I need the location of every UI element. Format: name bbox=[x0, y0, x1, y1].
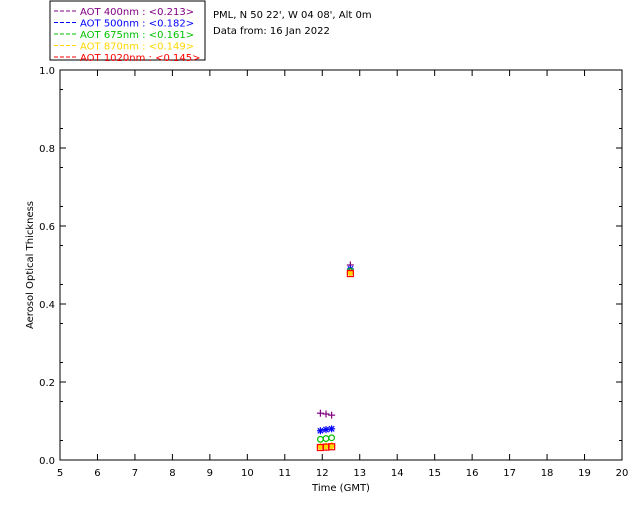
data-point bbox=[322, 410, 330, 418]
axes: 5 6 7 8 9 10 11 12 13 14 15 16 17 18 19 20 0.0 0.2 0.4 0.6 0… bbox=[39, 66, 628, 479]
date-info: Data from: 16 Jan 2022 bbox=[213, 26, 330, 37]
data-point bbox=[328, 434, 336, 442]
x-tick-label: 20 bbox=[616, 468, 629, 479]
x-tick-label: 8 bbox=[169, 468, 175, 479]
x-tick-label: 19 bbox=[578, 468, 591, 479]
x-tick-label: 14 bbox=[391, 468, 404, 479]
y-axis-label: Aerosol Optical Thickness bbox=[25, 201, 36, 329]
x-tick-label: 15 bbox=[428, 468, 441, 479]
x-tick-label: 18 bbox=[541, 468, 554, 479]
aot-chart: AOT 400nm : <0.213>AOT 500nm : <0.182>AO… bbox=[25, 0, 628, 494]
data-point bbox=[316, 409, 324, 417]
legend-label: AOT 400nm : <0.213> bbox=[80, 7, 194, 18]
y-tick-label: 0.6 bbox=[39, 222, 55, 233]
x-tick-label: 10 bbox=[241, 468, 254, 479]
y-tick-label: 1.0 bbox=[39, 66, 55, 77]
x-tick-label: 17 bbox=[503, 468, 516, 479]
data-point bbox=[322, 435, 330, 442]
legend: AOT 400nm : <0.213>AOT 500nm : <0.182>AO… bbox=[49, 0, 206, 64]
data-marks bbox=[316, 261, 355, 452]
legend-label: AOT 675nm : <0.161> bbox=[80, 30, 194, 41]
x-tick-label: 6 bbox=[94, 468, 100, 479]
data-point bbox=[328, 425, 336, 433]
station-info: PML, N 50 22', W 04 08', Alt 0m bbox=[213, 10, 372, 21]
y-tick-label: 0.8 bbox=[39, 144, 55, 155]
x-tick-label: 11 bbox=[278, 468, 291, 479]
x-tick-label: 5 bbox=[57, 468, 63, 479]
x-axis-label: Time (GMT) bbox=[311, 483, 370, 494]
x-tick-label: 9 bbox=[207, 468, 213, 479]
plot-frame bbox=[59, 69, 623, 461]
x-tick-label: 16 bbox=[466, 468, 479, 479]
data-point bbox=[328, 411, 336, 419]
y-tick-label: 0.4 bbox=[39, 300, 55, 311]
legend-label: AOT 1020nm : <0.145> bbox=[80, 53, 200, 64]
y-tick-label: 0.2 bbox=[39, 378, 55, 389]
legend-label: AOT 500nm : <0.182> bbox=[80, 19, 194, 30]
data-point bbox=[322, 426, 330, 434]
legend-label: AOT 870nm : <0.149> bbox=[80, 42, 194, 53]
y-tick-label: 0.0 bbox=[39, 456, 55, 467]
x-tick-label: 12 bbox=[316, 468, 329, 479]
x-tick-label: 13 bbox=[353, 468, 366, 479]
x-tick-label: 7 bbox=[132, 468, 138, 479]
data-point bbox=[316, 435, 324, 443]
data-point bbox=[316, 427, 324, 435]
